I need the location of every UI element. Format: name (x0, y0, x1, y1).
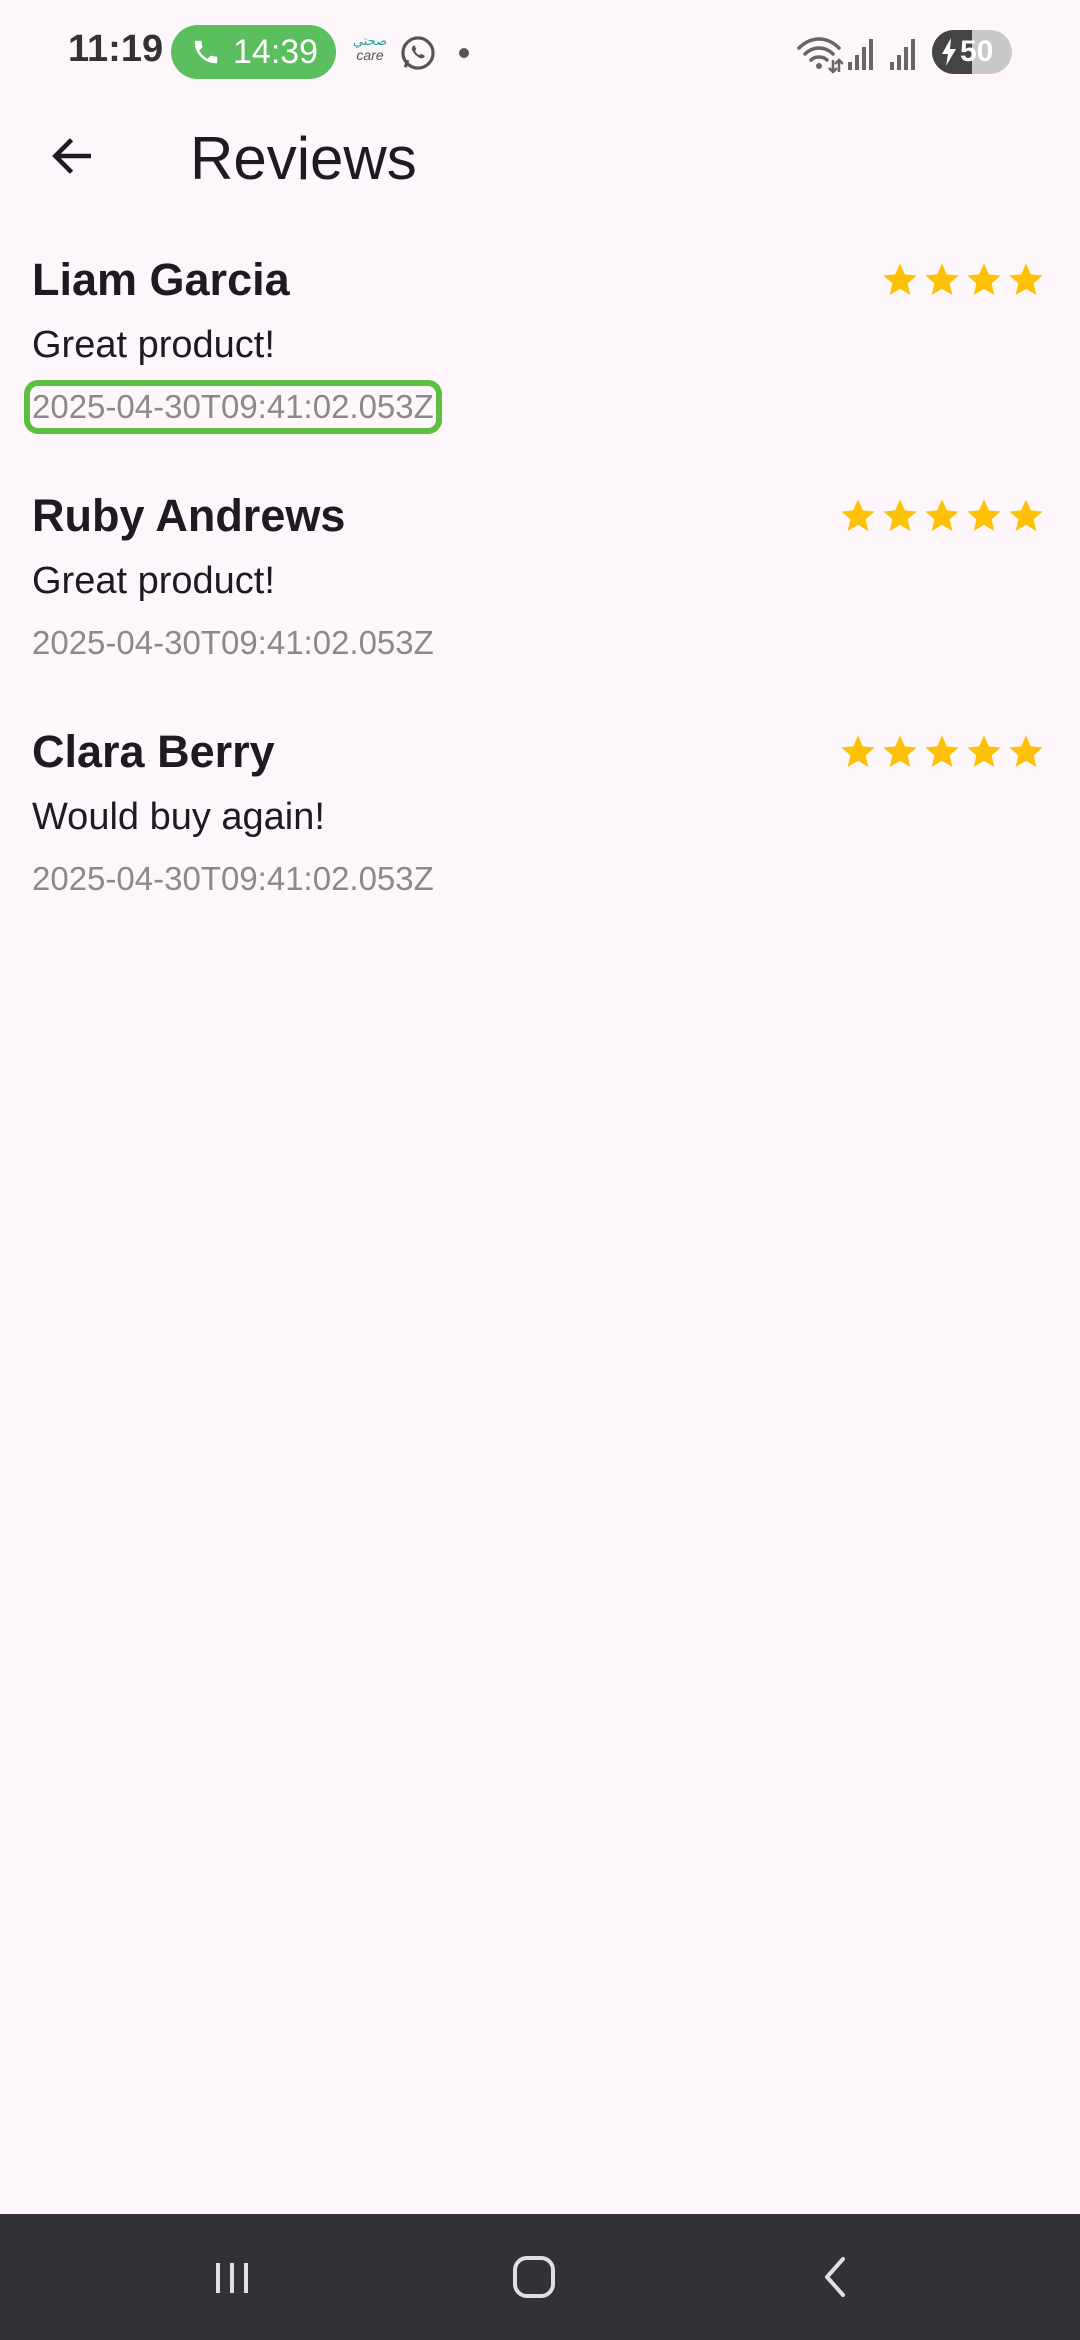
status-bar: 11:19 14:39 صحتي care 50 (0, 0, 1080, 104)
battery-icon: 50 (932, 30, 1012, 74)
review-comment: Great product! (32, 324, 275, 366)
star-icon (1006, 496, 1046, 536)
wifi-icon (797, 37, 843, 74)
phone-icon (194, 40, 218, 64)
care-app-label: care (356, 47, 384, 63)
reviewer-name: Ruby Andrews (32, 490, 346, 541)
call-timer: 14:39 (233, 32, 319, 71)
signal-icon (848, 39, 873, 70)
back-button[interactable] (42, 126, 102, 186)
signal-icon (890, 39, 915, 70)
care-app-arabic: صحتي (352, 33, 388, 48)
star-icon (922, 260, 962, 300)
star-icon (838, 732, 878, 772)
review-comment: Would buy again! (32, 796, 325, 838)
ongoing-call-pill[interactable]: 14:39 (171, 25, 336, 79)
star-rating (878, 260, 1046, 300)
whatsapp-icon (401, 36, 435, 70)
back-icon (825, 2257, 845, 2297)
reviewer-name: Clara Berry (32, 726, 275, 777)
star-icon (922, 732, 962, 772)
star-rating (836, 732, 1046, 772)
review-item: Liam Garcia Great product! 2025-04-30T09… (24, 254, 1048, 474)
review-item: Clara Berry Would buy again! 2025-04-30T… (32, 726, 1048, 946)
charging-bolt-icon (942, 38, 956, 66)
star-icon (964, 260, 1004, 300)
arrow-left-icon (52, 138, 91, 174)
star-icon (880, 260, 920, 300)
star-icon (922, 496, 962, 536)
recent-apps-button[interactable] (172, 2234, 292, 2320)
app-bar: Reviews (0, 104, 1080, 208)
home-button[interactable] (474, 2234, 594, 2320)
star-icon (1006, 732, 1046, 772)
page-title: Reviews (190, 125, 417, 192)
review-date: 2025-04-30T09:41:02.053Z (24, 380, 442, 434)
home-icon (513, 2256, 555, 2298)
review-item: Ruby Andrews Great product! 2025-04-30T0… (32, 490, 1048, 710)
notification-dot (459, 48, 469, 58)
star-rating (836, 496, 1046, 536)
recent-apps-icon (216, 2263, 248, 2293)
star-icon (880, 496, 920, 536)
star-icon (838, 496, 878, 536)
star-icon (964, 732, 1004, 772)
nav-back-button[interactable] (777, 2234, 897, 2320)
star-icon (964, 496, 1004, 536)
battery-percent: 50 (960, 35, 994, 68)
star-icon (1006, 260, 1046, 300)
status-time: 11:19 (68, 28, 164, 70)
star-icon (880, 732, 920, 772)
review-date: 2025-04-30T09:41:02.053Z (32, 624, 434, 661)
care-app-icon: صحتي care (350, 34, 390, 70)
reviewer-name: Liam Garcia (32, 254, 290, 305)
system-nav-bar (0, 2214, 1080, 2340)
review-date: 2025-04-30T09:41:02.053Z (32, 860, 434, 897)
review-comment: Great product! (32, 560, 275, 602)
